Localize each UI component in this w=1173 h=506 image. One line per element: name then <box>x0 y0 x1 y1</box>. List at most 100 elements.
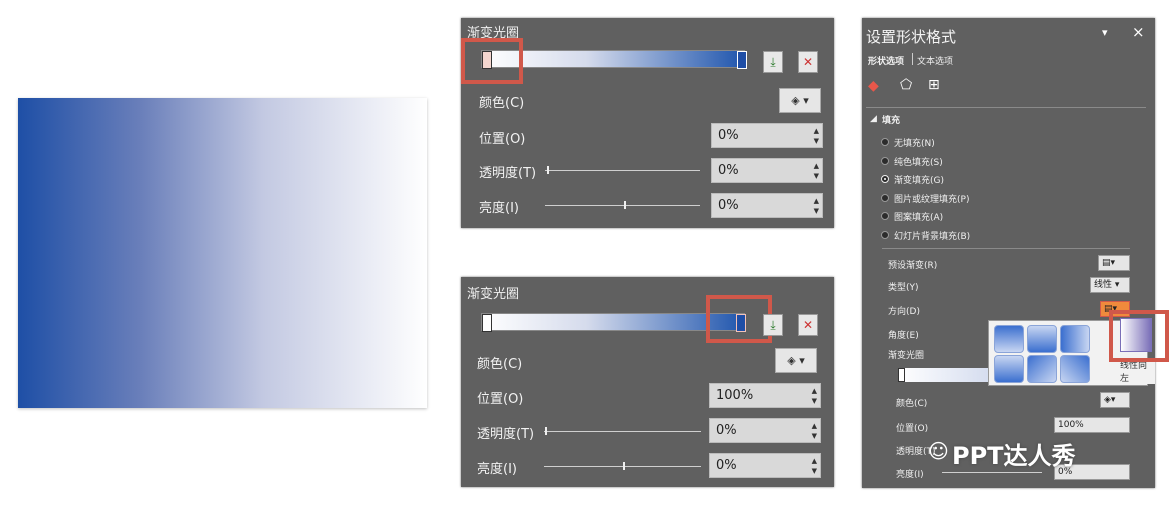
close-icon[interactable]: × <box>1132 23 1145 41</box>
option-no-fill[interactable]: 无填充(N) <box>894 136 935 149</box>
gradient-stops-title: 渐变光圈 <box>467 287 520 302</box>
add-stop-icon[interactable]: ⤓ <box>763 314 783 336</box>
direction-tile[interactable] <box>1060 325 1090 353</box>
preset-gradient-dropdown[interactable]: ▤▾ <box>1098 255 1130 271</box>
paint-bucket-icon: ◈ ▾ <box>787 354 805 367</box>
gradient-stop-start[interactable] <box>482 314 492 332</box>
divider <box>882 248 1130 249</box>
position-label: 位置(O) <box>477 392 524 407</box>
spin-down-icon[interactable]: ▼ <box>812 397 817 405</box>
radio-gradient-fill[interactable] <box>881 175 889 183</box>
color-label: 颜色(C) <box>477 357 523 372</box>
divider <box>866 107 1146 108</box>
option-picture-fill[interactable]: 图片或纹理填充(P) <box>894 192 969 205</box>
gradient-stops-panel-top: 渐变光圈 ⤓ ✕ 颜色(C) ◈ ▾ 位置(O) 0% ▲ ▼ 透明度(T) 0… <box>461 18 834 228</box>
remove-stop-icon[interactable]: ✕ <box>798 314 818 336</box>
option-slide-bg-fill[interactable]: 幻灯片背景填充(B) <box>894 229 970 242</box>
effects-pentagon-icon[interactable]: ⬠ <box>900 77 912 93</box>
position-value: 0% <box>718 128 739 143</box>
transparency-value: 0% <box>718 163 739 178</box>
watermark-text: PPT达人秀 <box>952 442 1076 470</box>
gradient-stops-label: 渐变光圈 <box>888 351 925 361</box>
pane-gradient-stop[interactable] <box>898 368 905 382</box>
position-label: 位置(O) <box>896 424 929 434</box>
spin-down-icon[interactable]: ▼ <box>814 207 819 215</box>
gradient-stop-end[interactable] <box>737 51 747 69</box>
spin-down-icon[interactable]: ▼ <box>812 467 817 475</box>
brightness-label: 亮度(I) <box>479 201 519 216</box>
gradient-preview-shape <box>18 98 427 408</box>
position-label: 位置(O) <box>479 132 526 147</box>
transparency-spinner[interactable]: 0% ▲ ▼ <box>709 418 821 443</box>
transparency-slider-thumb[interactable] <box>547 166 549 174</box>
collapse-triangle-icon[interactable]: ◢ <box>870 114 877 124</box>
direction-tile[interactable] <box>994 355 1024 383</box>
brightness-slider[interactable] <box>545 205 700 206</box>
brightness-spinner[interactable]: 0% ▲ ▼ <box>711 193 823 218</box>
direction-tile[interactable] <box>994 325 1024 353</box>
brightness-slider[interactable] <box>942 472 1042 473</box>
option-pattern-fill[interactable]: 图案填充(A) <box>894 210 943 223</box>
brightness-slider-thumb[interactable] <box>623 462 625 470</box>
option-gradient-fill[interactable]: 渐变填充(G) <box>894 173 944 186</box>
direction-label: 方向(D) <box>888 307 920 317</box>
position-value: 100% <box>716 388 754 403</box>
radio-solid-fill[interactable] <box>881 157 889 165</box>
brightness-label: 亮度(I) <box>896 470 924 480</box>
spin-down-icon[interactable]: ▼ <box>812 432 817 440</box>
size-properties-icon[interactable]: ⊞ <box>928 77 940 93</box>
direction-tile[interactable] <box>1027 325 1057 353</box>
gradient-stops-panel-bottom: 渐变光圈 ⤓ ✕ 颜色(C) ◈ ▾ 位置(O) 100% ▲ ▼ 透明度(T)… <box>461 277 834 487</box>
position-value: 100% <box>1058 420 1084 430</box>
highlight-box <box>461 38 523 84</box>
position-spinner[interactable]: 0% ▲ ▼ <box>711 123 823 148</box>
pane-title: 设置形状格式 <box>866 28 957 46</box>
color-picker-button[interactable]: ◈ ▾ <box>779 88 821 113</box>
spin-up-icon[interactable]: ▲ <box>812 422 817 430</box>
transparency-spinner[interactable]: 0% ▲ ▼ <box>711 158 823 183</box>
color-label: 颜色(C) <box>896 399 928 409</box>
pane-menu-icon[interactable]: ▾ <box>1102 26 1108 39</box>
spin-down-icon[interactable]: ▼ <box>814 172 819 180</box>
fill-line-icon[interactable]: ◆ <box>868 78 884 94</box>
tab-text-options[interactable]: 文本选项 <box>917 54 953 67</box>
tab-shape-options[interactable]: 形状选项 <box>868 54 904 67</box>
spin-up-icon[interactable]: ▲ <box>814 127 819 135</box>
spin-up-icon[interactable]: ▲ <box>812 457 817 465</box>
transparency-slider[interactable] <box>544 431 701 432</box>
fill-section-title: 填充 <box>882 116 901 126</box>
angle-label: 角度(E) <box>888 331 919 341</box>
transparency-slider[interactable] <box>545 170 700 171</box>
radio-pattern-fill[interactable] <box>881 212 889 220</box>
spin-up-icon[interactable]: ▲ <box>814 197 819 205</box>
direction-tile[interactable] <box>1060 355 1090 383</box>
transparency-slider-thumb[interactable] <box>545 427 547 435</box>
preset-gradient-label: 预设渐变(R) <box>888 261 938 271</box>
spin-up-icon[interactable]: ▲ <box>814 162 819 170</box>
color-picker-button[interactable]: ◈ ▾ <box>775 348 817 373</box>
direction-tile-selected[interactable] <box>1120 318 1152 352</box>
radio-picture-fill[interactable] <box>881 194 889 202</box>
spin-down-icon[interactable]: ▼ <box>814 137 819 145</box>
position-spinner[interactable]: 100% <box>1054 417 1130 433</box>
direction-tile[interactable] <box>1027 355 1057 383</box>
format-shape-pane: 设置形状格式 ▾ × 形状选项 文本选项 ◆ ⬠ ⊞ ◢ 填充 无填充(N) 纯… <box>862 18 1155 488</box>
remove-stop-icon[interactable]: ✕ <box>798 51 818 73</box>
color-picker-button[interactable]: ◈▾ <box>1100 392 1130 408</box>
color-label: 颜色(C) <box>479 96 525 111</box>
transparency-value: 0% <box>716 423 737 438</box>
option-solid-fill[interactable]: 纯色填充(S) <box>894 155 943 168</box>
spin-up-icon[interactable]: ▲ <box>812 387 817 395</box>
position-spinner[interactable]: 100% ▲ ▼ <box>709 383 821 408</box>
brightness-slider-thumb[interactable] <box>624 201 626 209</box>
brightness-value: 0% <box>718 198 739 213</box>
paint-bucket-icon: ◈ ▾ <box>791 94 809 107</box>
brightness-spinner[interactable]: 0% ▲ ▼ <box>709 453 821 478</box>
add-stop-icon[interactable]: ⤓ <box>763 51 783 73</box>
tab-divider <box>912 53 913 65</box>
radio-no-fill[interactable] <box>881 138 889 146</box>
brightness-value: 0% <box>716 458 737 473</box>
type-dropdown[interactable]: 线性 ▾ <box>1090 277 1130 293</box>
radio-slide-bg-fill[interactable] <box>881 231 889 239</box>
transparency-label: 透明度(T) <box>477 427 535 442</box>
